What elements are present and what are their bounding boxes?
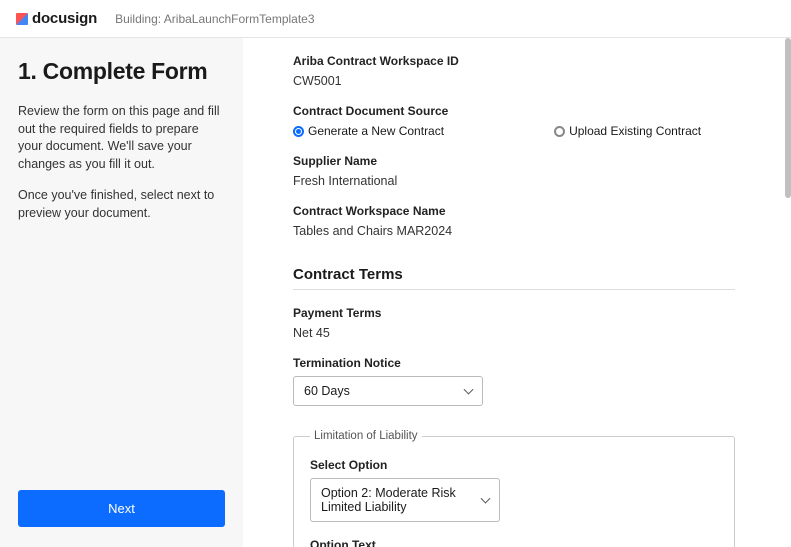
logo-icon bbox=[16, 13, 28, 25]
lol-legend: Limitation of Liability bbox=[310, 430, 422, 442]
termination-notice-select[interactable]: 60 Days bbox=[293, 376, 483, 406]
limitation-of-liability-fieldset: Limitation of Liability Select Option Op… bbox=[293, 430, 735, 547]
radio-upload-existing[interactable]: Upload Existing Contract bbox=[554, 124, 701, 138]
scrollbar-track[interactable] bbox=[785, 38, 791, 547]
termination-notice-label: Termination Notice bbox=[293, 356, 735, 370]
ariba-id-label: Ariba Contract Workspace ID bbox=[293, 54, 735, 68]
workspace-name-label: Contract Workspace Name bbox=[293, 204, 735, 218]
next-button[interactable]: Next bbox=[18, 490, 225, 527]
sidebar: 1. Complete Form Review the form on this… bbox=[0, 38, 243, 547]
form-area: Ariba Contract Workspace ID CW5001 Contr… bbox=[243, 38, 785, 547]
radio-icon bbox=[554, 126, 565, 137]
logo-text: docusign bbox=[32, 10, 97, 27]
payment-terms-value: Net 45 bbox=[293, 326, 735, 340]
supplier-name-value: Fresh International bbox=[293, 174, 735, 188]
app-logo: docusign bbox=[16, 10, 97, 27]
doc-source-label: Contract Document Source bbox=[293, 104, 735, 118]
ariba-id-value: CW5001 bbox=[293, 74, 735, 88]
contract-terms-heading: Contract Terms bbox=[293, 266, 735, 290]
select-option-label: Select Option bbox=[310, 458, 718, 472]
scrollbar-thumb[interactable] bbox=[785, 38, 791, 198]
payment-terms-label: Payment Terms bbox=[293, 306, 735, 320]
sidebar-instructions-2: Once you've finished, select next to pre… bbox=[18, 187, 225, 222]
liability-option-select[interactable]: Option 2: Moderate Risk Limited Liabilit… bbox=[310, 478, 500, 522]
radio-generate-new[interactable]: Generate a New Contract bbox=[293, 124, 444, 138]
option-text-label: Option Text bbox=[310, 538, 718, 547]
sidebar-instructions-1: Review the form on this page and fill ou… bbox=[18, 103, 225, 173]
sidebar-title: 1. Complete Form bbox=[18, 58, 225, 85]
workspace-name-value: Tables and Chairs MAR2024 bbox=[293, 224, 735, 238]
supplier-name-label: Supplier Name bbox=[293, 154, 735, 168]
building-label: Building: AribaLaunchFormTemplate3 bbox=[115, 12, 314, 26]
radio-icon bbox=[293, 126, 304, 137]
top-bar: docusign Building: AribaLaunchFormTempla… bbox=[0, 0, 791, 38]
